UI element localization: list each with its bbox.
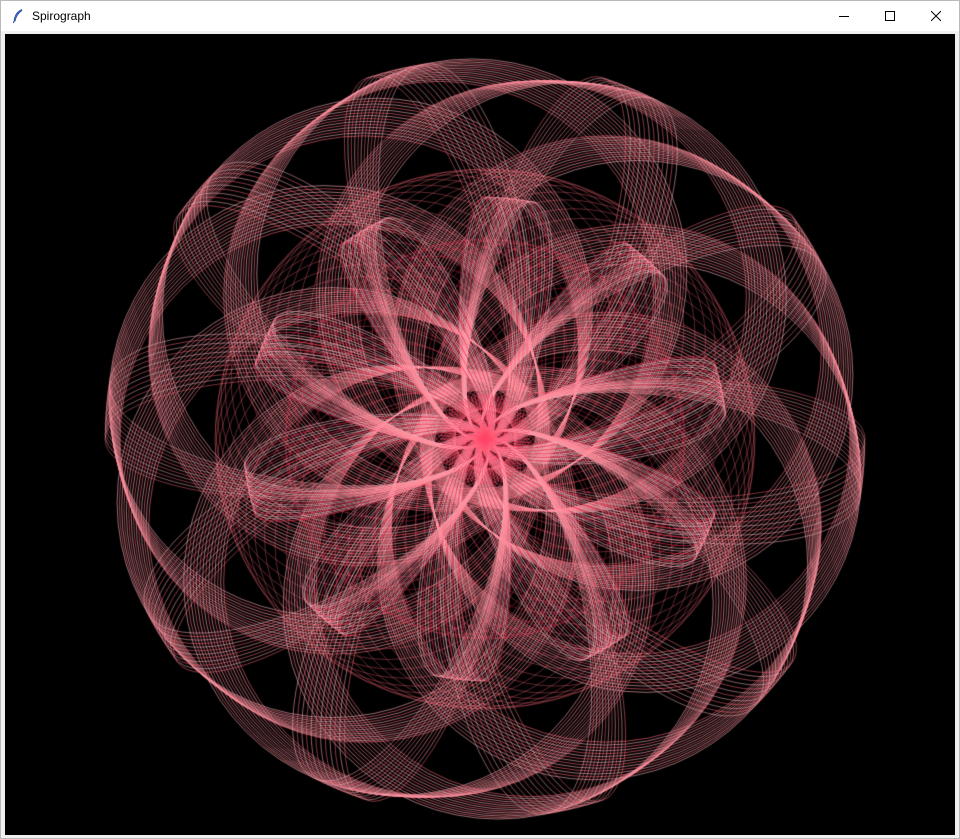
maximize-icon — [885, 11, 895, 21]
close-icon — [931, 11, 941, 21]
window-controls — [821, 1, 959, 31]
window-title: Spirograph — [32, 9, 91, 23]
maximize-button[interactable] — [867, 1, 913, 31]
drawing-canvas-area[interactable] — [5, 34, 955, 835]
app-window: Spirograph — [0, 0, 960, 839]
spirograph-canvas[interactable] — [5, 34, 955, 835]
minimize-button[interactable] — [821, 1, 867, 31]
title-bar[interactable]: Spirograph — [1, 1, 959, 31]
minimize-icon — [839, 16, 849, 17]
close-button[interactable] — [913, 1, 959, 31]
feather-icon — [10, 8, 26, 24]
